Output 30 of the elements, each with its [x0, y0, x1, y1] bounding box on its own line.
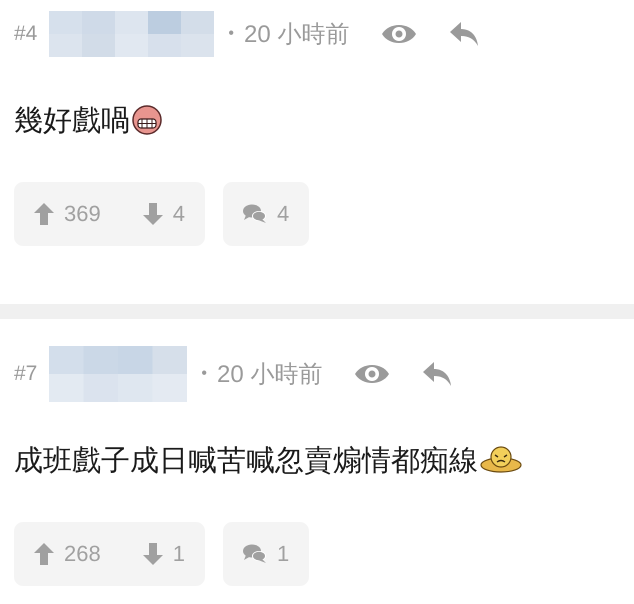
comment-button[interactable]: 4 — [242, 201, 290, 227]
comment-icon — [242, 204, 267, 224]
grinning-emoji-icon — [132, 105, 162, 135]
comment-icon — [242, 544, 267, 564]
eye-icon — [381, 22, 418, 46]
upvote-icon — [34, 203, 54, 225]
reply-icon — [449, 21, 480, 47]
comment-button[interactable]: 1 — [242, 541, 290, 567]
downvote-button[interactable]: 4 — [142, 201, 185, 227]
downvote-icon — [142, 543, 163, 565]
upvote-button[interactable]: 268 — [34, 541, 101, 567]
post-time: 20 小時前 — [216, 360, 322, 390]
dizzy-emoji-icon — [480, 445, 522, 475]
upvote-icon — [34, 543, 54, 565]
view-button[interactable] — [381, 22, 418, 46]
reply-button[interactable] — [422, 361, 452, 387]
post-time: 20 小時前 — [244, 20, 350, 50]
view-button[interactable] — [354, 362, 390, 386]
separator-dot: • — [201, 365, 207, 383]
reply-button[interactable] — [449, 21, 480, 47]
upvote-button[interactable]: 369 — [34, 201, 101, 227]
reply-icon — [422, 361, 452, 387]
post-body: 成班戲子成日喊苦喊忽賣煽情都痴線 — [14, 442, 478, 478]
downvote-button[interactable]: 1 — [142, 541, 185, 567]
post-number: #4 — [14, 22, 38, 46]
downvote-icon — [142, 203, 163, 225]
eye-icon — [354, 362, 390, 386]
separator-dot: • — [228, 25, 234, 43]
post-body: 幾好戲喎 — [14, 102, 130, 138]
post-number: #7 — [14, 362, 38, 386]
